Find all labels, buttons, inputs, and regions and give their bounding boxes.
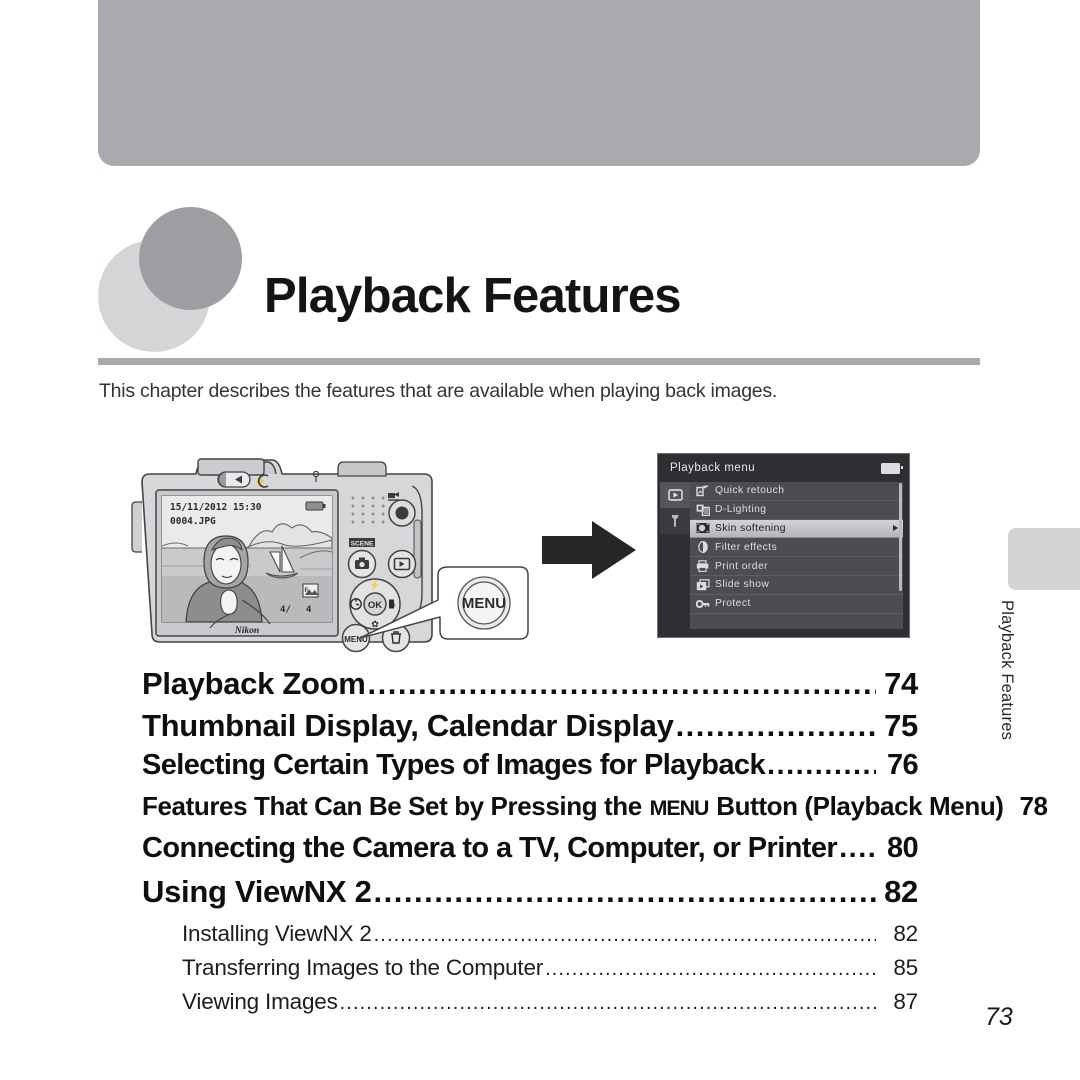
slide-show-icon [695, 578, 710, 591]
menu-item-quick-retouch[interactable]: Quick retouch [690, 482, 903, 501]
play-icon [667, 489, 683, 502]
toc-subentry[interactable]: Transferring Images to the Computer ....… [182, 955, 918, 989]
table-of-contents-main: Playback Zoom ..........................… [142, 666, 1048, 916]
scene-button-label: SCENE [351, 541, 374, 548]
chapter-side-tab-label: Playback Features [998, 600, 1016, 741]
toc-entry-page: 75 [884, 707, 918, 743]
menu-item-label: Slide show [715, 579, 770, 591]
toc-subentry-page: 87 [893, 989, 918, 1014]
table-of-contents-sub: Installing ViewNX 2 ....................… [182, 921, 918, 1023]
menu-item-label: Filter effects [715, 541, 778, 553]
top-header-band [98, 0, 980, 166]
toc-leader: ........................................… [373, 924, 876, 946]
camera-illustration: ⚡ 15/11/2012 15:30 0004.JPG 4/ 4 F Nikon… [130, 442, 530, 662]
toc-entry[interactable]: Thumbnail Display, Calendar Display ....… [142, 708, 918, 750]
toc-leader: ........................................… [339, 992, 876, 1014]
toc-entry-page: 74 [884, 666, 918, 701]
page-title: Playback Features [264, 269, 682, 323]
playback-menu-screen: Playback menu Quick retouch D-Lighting S… [657, 453, 910, 638]
wrench-icon [668, 515, 683, 528]
menu-tab-setup[interactable] [660, 508, 690, 534]
svg-text:4/: 4/ [280, 605, 291, 615]
toc-entry-page: 80 [886, 832, 919, 864]
menu-header: Playback menu [658, 454, 909, 482]
toc-entry-page: 78 [1019, 790, 1048, 821]
battery-icon [881, 462, 903, 474]
page-number: 73 [985, 1003, 1013, 1031]
toc-entry-label: Thumbnail Display, Calendar Display [142, 707, 674, 743]
playback-menu-list: Quick retouch D-Lighting Skin softening … [690, 482, 903, 629]
toc-entry-label: Playback Zoom [142, 666, 366, 701]
menu-item-print-order[interactable]: Print order [690, 557, 903, 576]
toc-entry[interactable]: Playback Zoom ..........................… [142, 666, 918, 708]
toc-subentry-page: 85 [893, 955, 918, 980]
toc-entry-label: Features That Can Be Set by Pressing the… [142, 790, 1004, 821]
lcd-filename-text: 0004.JPG [170, 516, 216, 527]
toc-subentry[interactable]: Viewing Images .........................… [182, 989, 918, 1023]
chapter-intro-text: This chapter describes the features that… [99, 380, 778, 402]
toc-entry-label: Selecting Certain Types of Images for Pl… [142, 749, 766, 781]
quick-retouch-icon [695, 484, 710, 497]
toc-subentry-page: 82 [893, 921, 918, 946]
title-divider [98, 358, 980, 365]
nikon-logo: Nikon [234, 626, 259, 636]
toc-entry-page: 76 [886, 749, 919, 781]
toc-entry[interactable]: Features That Can Be Set by Pressing the… [142, 791, 1048, 833]
toc-leader: ........................................… [675, 707, 876, 743]
svg-text:⚡: ⚡ [369, 579, 380, 591]
menu-button-glyph: MENU [649, 795, 710, 820]
toc-leader: ........................................… [545, 958, 876, 980]
lcd-date-text: 15/11/2012 15:30 [170, 502, 262, 513]
menu-item-label: Quick retouch [715, 485, 785, 497]
menu-item-skin-softening[interactable]: Skin softening [690, 519, 903, 539]
menu-title: Playback menu [670, 462, 756, 474]
menu-item-filter-effects[interactable]: Filter effects [690, 538, 903, 558]
print-order-icon [695, 560, 710, 573]
toc-entry[interactable]: Using ViewNX 2 .........................… [142, 874, 918, 916]
menu-item-protect[interactable]: Protect [690, 595, 903, 614]
toc-subentry-label: Installing ViewNX 2 [182, 921, 372, 946]
menu-tab-playback[interactable] [660, 482, 690, 508]
ok-button-label: OK [368, 600, 382, 611]
menu-callout-label: MENU [462, 595, 506, 612]
d-lighting-icon [695, 503, 710, 516]
filter-effects-icon [695, 541, 710, 554]
toc-subentry[interactable]: Installing ViewNX 2 ....................… [182, 921, 918, 955]
menu-scrollbar[interactable] [899, 483, 902, 591]
toc-entry-label: Connecting the Camera to a TV, Computer,… [142, 832, 838, 864]
toc-subentry-label: Transferring Images to the Computer [182, 955, 544, 980]
menu-item-d-lighting[interactable]: D-Lighting [690, 501, 903, 520]
toc-leader: ........................................… [373, 873, 876, 909]
toc-entry-label: Using ViewNX 2 [142, 873, 372, 909]
svg-text:4: 4 [306, 605, 312, 615]
decorative-circle-dark [139, 207, 242, 310]
menu-tab-strip [660, 482, 690, 534]
flow-arrow-icon [540, 518, 640, 582]
menu-item-label: D-Lighting [715, 504, 767, 516]
menu-item-slide-show[interactable]: Slide show [690, 576, 903, 595]
toc-subentry-label: Viewing Images [182, 989, 338, 1014]
chapter-side-tab [1008, 528, 1080, 590]
menu-item-label: Skin softening [715, 522, 786, 534]
toc-leader: ........................................… [367, 666, 876, 701]
svg-text:✿: ✿ [371, 619, 379, 629]
menu-item-label: Print order [715, 560, 769, 572]
chevron-right-icon [893, 525, 898, 532]
toc-entry[interactable]: Connecting the Camera to a TV, Computer,… [142, 832, 919, 874]
skin-softening-icon [695, 522, 710, 535]
svg-text:F: F [305, 588, 309, 594]
toc-entry-page: 82 [884, 873, 918, 909]
toc-entry[interactable]: Selecting Certain Types of Images for Pl… [142, 749, 919, 791]
toc-leader: ........................................… [839, 832, 876, 864]
toc-leader: ........................................… [766, 749, 876, 781]
menu-item-label: Protect [715, 598, 751, 610]
protect-icon [695, 597, 710, 610]
